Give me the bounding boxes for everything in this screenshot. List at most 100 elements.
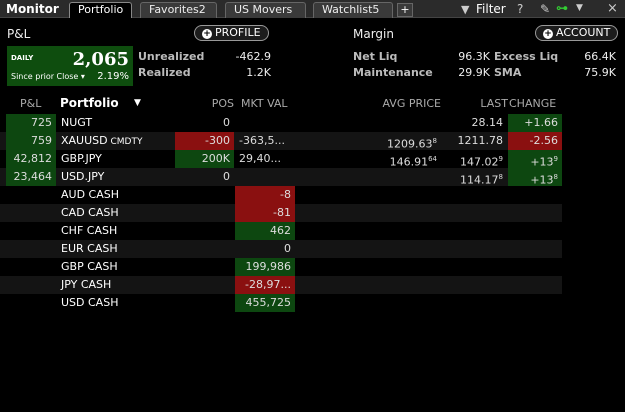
row-change — [508, 276, 562, 294]
row-pos — [175, 294, 234, 312]
row-avg-price: 146.9164 — [372, 150, 441, 168]
col-header-pnl[interactable]: P&L — [20, 97, 41, 110]
row-avg-price — [372, 258, 441, 276]
row-pos — [175, 276, 234, 294]
tab-favorites2[interactable]: Favorites2 — [140, 2, 217, 18]
tab-us-movers[interactable]: US Movers — [225, 2, 306, 18]
tab-portfolio[interactable]: Portfolio — [69, 2, 132, 18]
row-pos: 200K — [175, 150, 234, 168]
table-row[interactable]: CHF CASH 462 — [0, 222, 562, 240]
chevron-down-icon[interactable]: ▼ — [134, 98, 141, 108]
link-icon[interactable]: ⊶ — [556, 1, 568, 15]
row-name-text: GBP CASH — [61, 260, 118, 273]
row-change — [508, 204, 562, 222]
row-change: -2.56 — [508, 132, 562, 150]
row-name[interactable]: GBP CASH — [58, 258, 174, 276]
table-row[interactable]: 23,464 USD.JPY 0 114.178 +138 — [0, 168, 562, 186]
row-avg-price — [372, 186, 441, 204]
row-last — [442, 186, 507, 204]
row-change — [508, 222, 562, 240]
row-name[interactable]: USD.JPY — [58, 168, 174, 186]
row-pnl: 759 — [6, 132, 56, 150]
col-header-pos[interactable]: POS — [200, 97, 234, 110]
row-avg-text: 1209.63 — [387, 137, 433, 150]
filter-button[interactable]: Filter — [476, 2, 506, 16]
table-row[interactable]: USD CASH 455,725 — [0, 294, 562, 312]
col-header-last[interactable]: LAST — [474, 97, 508, 110]
row-pos: 0 — [223, 116, 230, 129]
row-avg-price — [372, 204, 441, 222]
row-avg-fraction: 64 — [428, 155, 437, 163]
row-change-fraction: 9 — [553, 155, 558, 163]
row-last: 1211.78 — [442, 132, 507, 150]
row-avg-price — [372, 240, 441, 258]
row-change: +138 — [508, 168, 562, 186]
add-tab-button[interactable]: + — [397, 3, 413, 17]
row-avg-price — [372, 294, 441, 312]
col-header-avg-price[interactable]: AVG PRICE — [372, 97, 441, 110]
row-name[interactable]: EUR CASH — [58, 240, 174, 258]
row-avg-price — [372, 168, 441, 186]
row-last-text: 147.02 — [460, 155, 499, 168]
row-name[interactable]: XAUUSD CMDTY — [58, 132, 174, 150]
margin-section-label: Margin — [353, 27, 394, 41]
table-row[interactable]: 759 XAUUSD CMDTY -300 -363,5... 1209.638 1211… — [0, 132, 562, 150]
question-icon[interactable]: ? — [517, 2, 523, 16]
row-pos — [175, 222, 234, 240]
daily-pnl-box: DAILY 2,065 Since prior Close ▾ 2.19% — [7, 46, 133, 86]
row-avg-price — [372, 222, 441, 240]
row-change-text: +1.66 — [524, 116, 558, 129]
table-row[interactable]: 42,812 GBP.JPY 200K 29,40... 146.9164 147.029… — [0, 150, 562, 168]
row-name[interactable]: AUD CASH — [58, 186, 174, 204]
plus-icon: + — [202, 29, 212, 39]
pin-icon[interactable]: ✎ — [540, 2, 550, 16]
row-name-text: JPY CASH — [61, 278, 112, 291]
table-row[interactable]: EUR CASH 0 — [0, 240, 562, 258]
table-row[interactable]: GBP CASH 199,986 — [0, 258, 562, 276]
row-change — [508, 186, 562, 204]
table-row[interactable]: AUD CASH -8 — [0, 186, 562, 204]
plus-icon: + — [543, 29, 553, 39]
row-last-fraction: 9 — [498, 155, 503, 163]
row-name-text: EUR CASH — [61, 242, 118, 255]
col-header-change[interactable]: CHANGE — [509, 97, 556, 110]
row-pos — [175, 204, 234, 222]
row-name[interactable]: NUGT — [58, 114, 174, 132]
funnel-icon[interactable]: ▼ — [461, 3, 469, 16]
row-mkt-val: 455,725 — [235, 294, 295, 312]
row-avg-price: 1209.638 — [372, 132, 441, 150]
profile-button[interactable]: + PROFILE — [194, 25, 269, 41]
close-icon[interactable]: × — [607, 1, 618, 16]
row-mkt-val — [235, 168, 295, 186]
row-pnl — [6, 222, 56, 240]
unrealized-label: Unrealized — [138, 50, 205, 63]
row-avg-fraction: 8 — [432, 137, 437, 145]
sma-label: SMA — [494, 66, 522, 79]
row-name[interactable]: CAD CASH — [58, 204, 174, 222]
row-pnl — [6, 294, 56, 312]
row-mkt-val: -8 — [235, 186, 295, 204]
row-last — [442, 258, 507, 276]
row-name[interactable]: JPY CASH — [58, 276, 174, 294]
row-pnl — [6, 240, 56, 258]
net-liq-value: 96.3K — [458, 50, 490, 63]
col-header-portfolio[interactable]: Portfolio — [60, 96, 119, 110]
col-header-mkt-val[interactable]: MKT VAL — [241, 97, 288, 110]
sma-value: 75.9K — [584, 66, 616, 79]
row-mkt-val: -28,97... — [235, 276, 295, 294]
row-pos — [175, 258, 234, 276]
row-change-fraction: 8 — [553, 173, 558, 181]
row-last-text: 28.14 — [471, 116, 504, 129]
table-row[interactable]: JPY CASH -28,97... — [0, 276, 562, 294]
table-row[interactable]: 725 NUGT 0 28.14 +1.66 — [0, 114, 562, 132]
row-mkt-val — [235, 114, 295, 132]
row-name[interactable]: USD CASH — [58, 294, 174, 312]
row-last — [442, 222, 507, 240]
chevron-down-icon[interactable]: ▼ — [576, 3, 583, 13]
table-row[interactable]: CAD CASH -81 — [0, 204, 562, 222]
row-name[interactable]: GBP.JPY — [58, 150, 174, 168]
account-button[interactable]: + ACCOUNT — [535, 25, 619, 41]
row-last-fraction: 8 — [498, 173, 503, 181]
row-name[interactable]: CHF CASH — [58, 222, 174, 240]
tab-watchlist5[interactable]: Watchlist5 — [313, 2, 393, 18]
